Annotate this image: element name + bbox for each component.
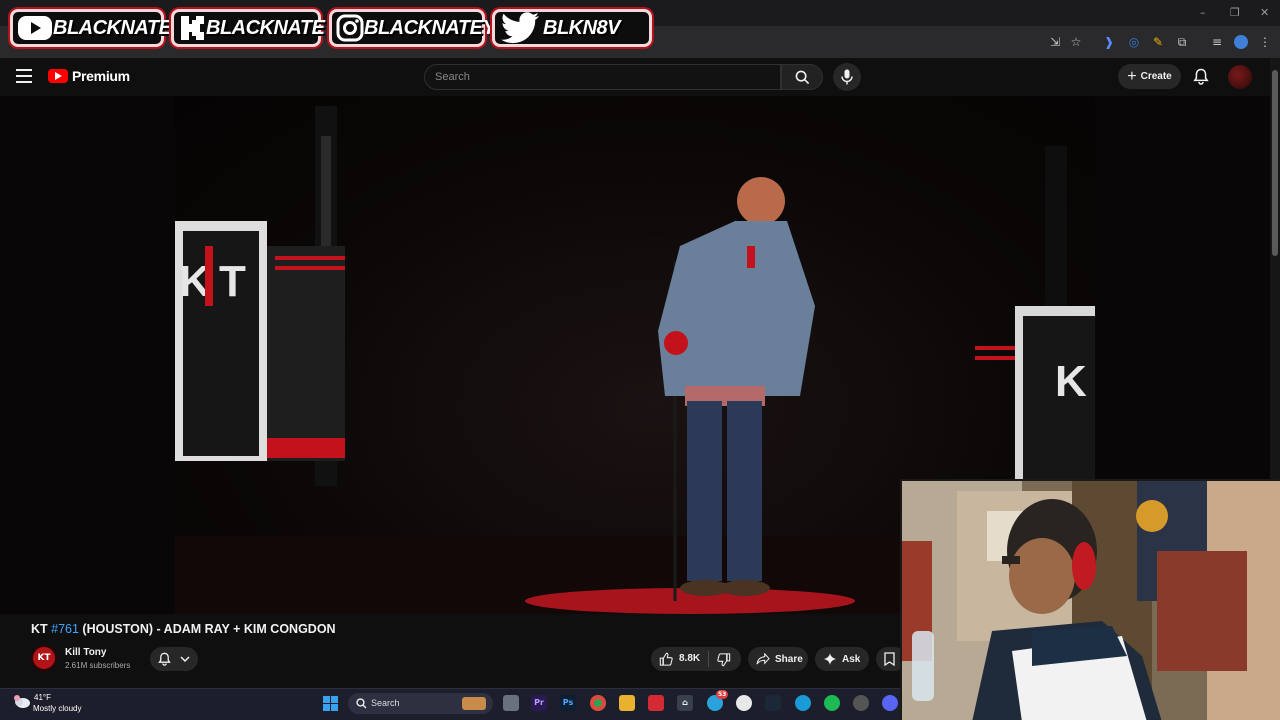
share-button[interactable]: Share (748, 647, 808, 671)
youtube-banner: BLACKNATE (10, 9, 172, 47)
hashtag-link[interactable]: #761 (51, 622, 79, 636)
chrome-icon[interactable] (590, 695, 606, 711)
streamlabs-icon[interactable] (648, 695, 664, 711)
title-prefix: KT (31, 622, 52, 636)
minimize-icon[interactable]: – (1200, 6, 1206, 19)
thumbs-down-icon[interactable] (717, 653, 731, 667)
chevron-down-icon (180, 656, 190, 663)
webcam-overlay (900, 479, 1280, 720)
notification-badge: 53 (716, 690, 729, 699)
extension-icon[interactable]: ◎ (1127, 35, 1141, 49)
share-label: Share (775, 653, 803, 665)
like-dislike-group: 8.8K (651, 647, 741, 671)
search-input[interactable]: Search (424, 64, 781, 90)
bell-icon (158, 652, 171, 666)
settings-icon[interactable] (853, 695, 869, 711)
app-icon[interactable] (736, 695, 752, 711)
weather-temperature[interactable]: 41°F (34, 693, 51, 702)
bookmark-star-icon[interactable]: ☆ (1069, 35, 1083, 49)
scrollbar-thumb[interactable] (1272, 70, 1278, 256)
create-button[interactable]: + Create (1118, 64, 1181, 89)
divider (708, 651, 709, 667)
search-button[interactable] (781, 64, 823, 90)
instagram-banner: BLACKNATEYT (329, 9, 508, 47)
taskbar-search[interactable]: Search (348, 693, 493, 714)
kick-banner: BLACKNATE (171, 9, 325, 47)
search-icon (356, 698, 367, 709)
ask-label: Ask (842, 653, 861, 665)
title-rest: (HOUSTON) - ADAM RAY + KIM CONGDON (78, 622, 336, 636)
search-highlight-icon (462, 697, 486, 710)
voice-search-button[interactable] (833, 63, 861, 91)
banner-text: BLKN8V (543, 16, 621, 39)
channel-name[interactable]: Kill Tony (65, 647, 106, 658)
profile-icon[interactable] (1234, 35, 1248, 49)
subscription-bell-button[interactable] (150, 647, 198, 671)
telegram-icon[interactable]: 53 (707, 690, 729, 711)
menu-icon[interactable] (16, 69, 32, 83)
banner-text: BLACKNATEYT (364, 16, 508, 39)
restore-icon[interactable]: ❐ (1230, 6, 1240, 19)
youtube-header: Premium Search + Create (0, 58, 1270, 96)
twitter-banner: BLKN8V (492, 9, 652, 47)
sparkle-icon (824, 653, 836, 665)
youtube-icon (17, 14, 53, 42)
create-label: Create (1140, 71, 1172, 82)
file-explorer-icon[interactable] (503, 695, 519, 711)
account-avatar[interactable] (1228, 65, 1252, 89)
taskbar-search-label: Search (371, 698, 400, 708)
folder-icon[interactable] (619, 695, 635, 711)
banner-text: BLACKNATE (206, 16, 325, 39)
thumbs-up-icon[interactable] (659, 652, 673, 666)
bookmark-icon (884, 652, 895, 666)
windows-start-button[interactable] (323, 696, 338, 711)
reading-list-icon[interactable]: ≡ (1210, 35, 1224, 49)
ask-button[interactable]: Ask (815, 647, 869, 671)
obs-icon[interactable]: ⌂ (677, 695, 693, 711)
twitter-icon (499, 12, 543, 44)
extension-icon[interactable]: ❱ (1102, 35, 1116, 49)
search-icon (795, 70, 810, 85)
weather-description[interactable]: Mostly cloudy (33, 704, 81, 713)
kick-icon (178, 14, 206, 42)
weather-cloud-icon[interactable] (13, 693, 31, 709)
browser-menu-icon[interactable]: ⋮ (1258, 35, 1272, 49)
discord-icon[interactable] (882, 695, 898, 711)
logo-text: Premium (72, 68, 130, 84)
youtube-logo-icon (48, 69, 68, 83)
close-icon[interactable]: ✕ (1260, 6, 1269, 19)
extensions-puzzle-icon[interactable]: ⧉ (1175, 35, 1189, 49)
edge-icon[interactable] (795, 695, 811, 711)
channel-avatar[interactable]: KT (31, 645, 57, 671)
subscriber-count: 2.61M subscribers (65, 661, 131, 670)
webcam-feed (902, 481, 1280, 720)
microphone-icon (841, 69, 853, 85)
extension-pencil-icon[interactable]: ✎ (1151, 35, 1165, 49)
banner-text: BLACKNATE (53, 16, 172, 39)
plus-icon: + (1127, 67, 1137, 85)
video-title: KT #761 (HOUSTON) - ADAM RAY + KIM CONGD… (31, 622, 336, 636)
spotify-icon[interactable] (824, 695, 840, 711)
premiere-icon[interactable]: Pr (531, 695, 547, 711)
notifications-button[interactable] (1190, 66, 1212, 88)
youtube-premium-logo[interactable]: Premium (48, 68, 130, 84)
install-app-icon[interactable]: ⇲ (1048, 35, 1062, 49)
steam-icon[interactable] (765, 695, 781, 711)
bell-icon (1193, 68, 1209, 85)
photoshop-icon[interactable]: Ps (560, 695, 576, 711)
svg-text:K: K (1055, 357, 1087, 406)
like-count[interactable]: 8.8K (679, 653, 700, 664)
instagram-icon (336, 14, 364, 42)
share-icon (756, 653, 770, 665)
svg-text:T: T (219, 257, 246, 306)
